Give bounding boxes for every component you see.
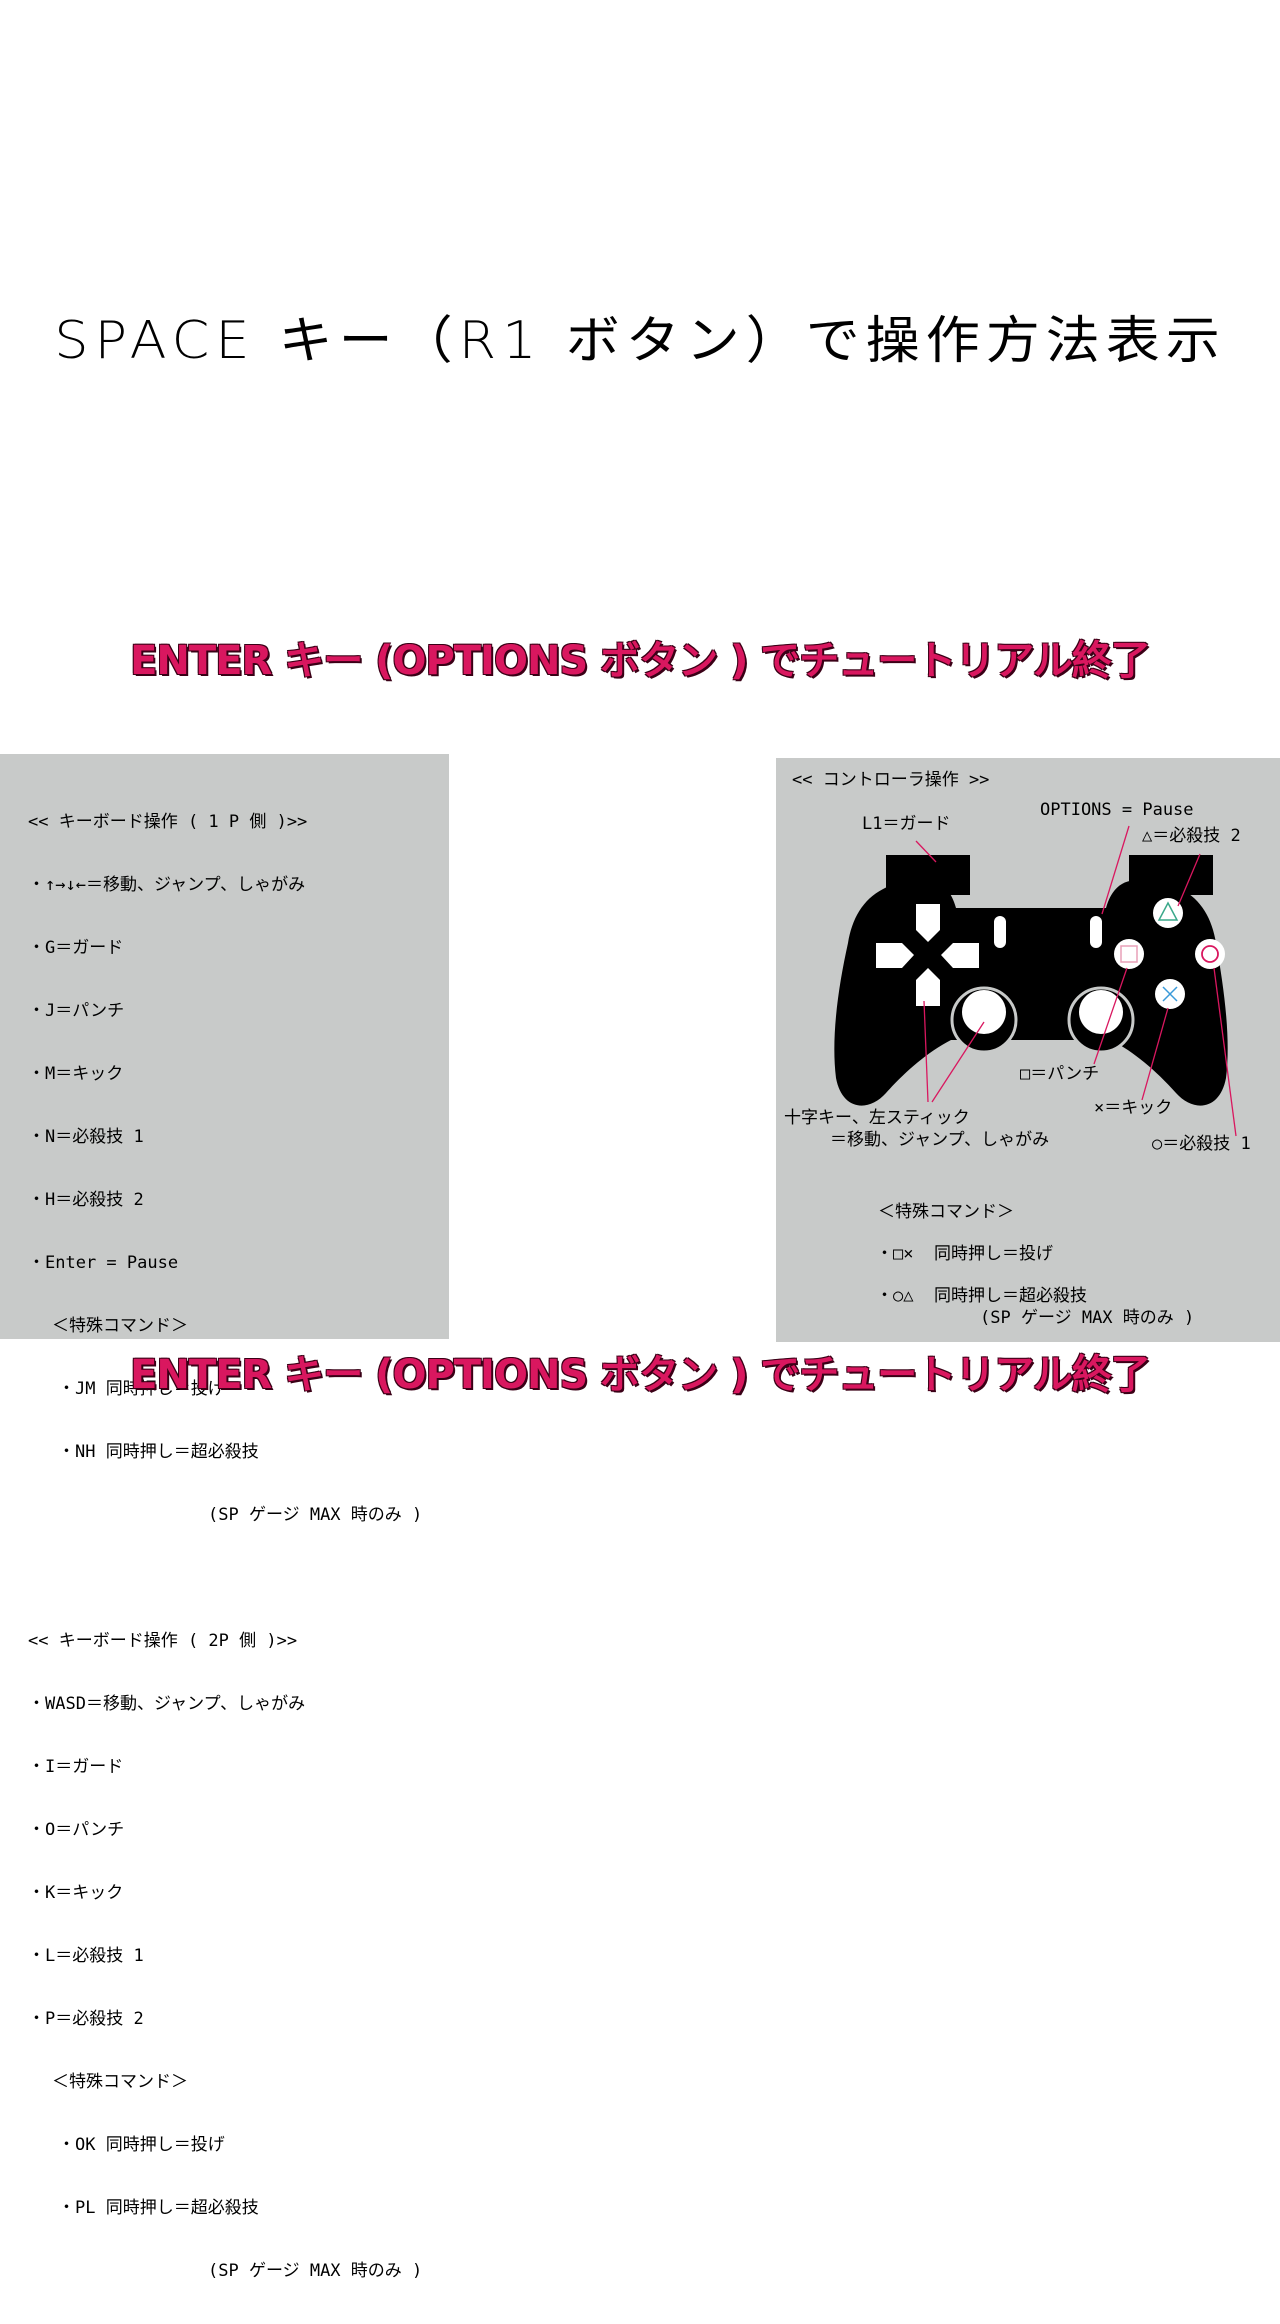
keyboard-2p-special-header: ＜特殊コマンド＞ [52,2072,188,2092]
keyboard-1p-note: (SP ゲージ MAX 時のみ ) [208,1505,423,1525]
circle-label: ○＝必殺技 1 [1152,1134,1251,1154]
keyboard-controls-panel: << キーボード操作 ( 1 P 側 )>> ・↑→↓←＝移動、ジャンプ、しゃが… [0,754,449,2281]
keyboard-2p-super: ・PL 同時押し＝超必殺技 [58,2198,259,2218]
keyboard-2p-punch: ・O＝パンチ [28,1820,125,1840]
keyboard-1p-super: ・NH 同時押し＝超必殺技 [58,1442,259,1462]
keyboard-1p-move: ・↑→↓←＝移動、ジャンプ、しゃがみ [28,875,306,895]
dpad-label-line2: ＝移動、ジャンプ、しゃがみ [830,1130,1050,1150]
keyboard-1p-header: << キーボード操作 ( 1 P 側 )>> [28,812,308,832]
keyboard-2p-special1: ・L＝必殺技 1 [28,1946,144,1966]
enter-key-banner-bottom: ENTER キー (OPTIONS ボタン ) でチュートリアル終了 [130,1352,1151,1398]
dpad-label-line1: 十字キー、左スティック [784,1108,970,1128]
keyboard-2p-special2: ・P＝必殺技 2 [28,2009,144,2029]
keyboard-1p-special-header: ＜特殊コマンド＞ [52,1316,188,1336]
keyboard-1p-special1: ・N＝必殺技 1 [28,1127,144,1147]
keyboard-2p-guard: ・I＝ガード [28,1757,124,1777]
keyboard-controls-list: << キーボード操作 ( 1 P 側 )>> ・↑→↓←＝移動、ジャンプ、しゃが… [28,770,422,2324]
circle-button-icon [1195,939,1225,969]
l1-label: L1＝ガード [862,814,951,834]
keyboard-2p-move: ・WASD＝移動、ジャンプ、しゃがみ [28,1694,306,1714]
controller-controls-panel: << コントローラ操作 >> L1＝ガード OPTIONS = Pause △＝… [776,758,1280,1342]
share-button-icon [994,916,1006,948]
options-button-icon [1090,916,1102,948]
controller-throw: ・□× 同時押し＝投げ [876,1244,1053,1264]
keyboard-2p-header: << キーボード操作 ( 2P 側 )>> [28,1631,298,1651]
keyboard-2p-throw: ・OK 同時押し＝投げ [58,2135,225,2155]
keyboard-2p-note: (SP ゲージ MAX 時のみ ) [208,2261,423,2281]
keyboard-1p-pause: ・Enter = Pause [28,1253,179,1273]
controller-note: (SP ゲージ MAX 時のみ ) [980,1308,1195,1328]
square-button-icon [1114,939,1144,969]
keyboard-2p-kick: ・K＝キック [28,1883,124,1903]
keyboard-1p-kick: ・M＝キック [28,1064,124,1084]
triangle-label: △＝必殺技 2 [1142,826,1241,846]
space-key-instruction: SPACE キー（R1 ボタン）で操作方法表示 [54,310,1226,371]
controller-special-header: ＜特殊コマンド＞ [878,1202,1014,1222]
options-label: OPTIONS = Pause [1040,800,1194,820]
controller-super: ・○△ 同時押し＝超必殺技 [876,1286,1087,1306]
keyboard-1p-punch: ・J＝パンチ [28,1001,125,1021]
keyboard-1p-guard: ・G＝ガード [28,938,124,958]
square-label: □＝パンチ [1020,1064,1100,1084]
controller-header: << コントローラ操作 >> [792,770,990,790]
enter-key-banner-top: ENTER キー (OPTIONS ボタン ) でチュートリアル終了 [130,638,1151,684]
cross-label: ×＝キック [1094,1098,1173,1118]
keyboard-1p-special2: ・H＝必殺技 2 [28,1190,144,1210]
